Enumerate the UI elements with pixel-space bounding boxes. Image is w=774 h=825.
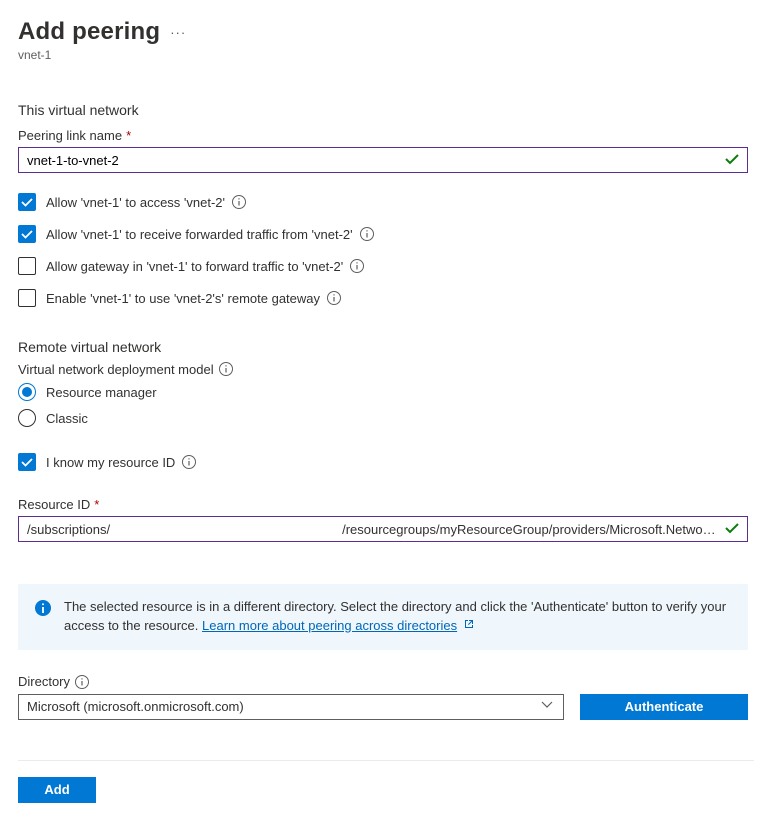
checkbox-know-resource-id[interactable] [18,453,36,471]
checkbox-allow-forwarded[interactable] [18,225,36,243]
directory-label: Directory [18,674,754,690]
info-icon[interactable] [218,361,234,377]
section-heading-remote-vnet: Remote virtual network [18,339,754,355]
vnet-name: vnet-1 [18,48,754,62]
peering-link-name-input[interactable] [18,147,748,173]
checkbox-allow-access-label: Allow 'vnet-1' to access 'vnet-2' [46,194,247,210]
checkbox-know-resource-id-label: I know my resource ID [46,454,197,470]
radio-resource-manager-label: Resource manager [46,385,157,400]
section-heading-this-vnet: This virtual network [18,102,754,118]
authenticate-button[interactable]: Authenticate [580,694,748,720]
info-icon[interactable] [326,290,342,306]
checkbox-allow-gateway-label: Allow gateway in 'vnet-1' to forward tra… [46,258,365,274]
checkbox-allow-access[interactable] [18,193,36,211]
page-title: Add peering [18,18,160,46]
overflow-menu-icon[interactable]: ··· [170,25,186,40]
radio-classic-label: Classic [46,411,88,426]
checkbox-allow-gateway[interactable] [18,257,36,275]
checkbox-allow-forwarded-label: Allow 'vnet-1' to receive forwarded traf… [46,226,375,242]
radio-resource-manager[interactable] [18,383,36,401]
checkbox-use-remote-gateway-label: Enable 'vnet-1' to use 'vnet-2's' remote… [46,290,342,306]
deployment-model-label: Virtual network deployment model [18,361,754,377]
divider [18,760,754,761]
directory-info-callout: The selected resource is in a different … [18,584,748,650]
checkbox-use-remote-gateway[interactable] [18,289,36,307]
resource-id-label: Resource ID* [18,497,754,512]
external-link-icon [460,617,474,631]
learn-more-link[interactable]: Learn more about peering across director… [202,618,474,633]
info-icon [34,599,52,617]
peering-link-name-label: Peering link name* [18,128,754,143]
info-icon[interactable] [231,194,247,210]
resource-id-input[interactable]: /subscriptions/ /resourcegroups/myResour… [18,516,748,542]
info-icon[interactable] [181,454,197,470]
radio-classic[interactable] [18,409,36,427]
directory-select[interactable]: Microsoft (microsoft.onmicrosoft.com) [18,694,564,720]
info-icon[interactable] [349,258,365,274]
info-icon[interactable] [359,226,375,242]
info-icon[interactable] [74,674,90,690]
chevron-down-icon [539,697,555,716]
